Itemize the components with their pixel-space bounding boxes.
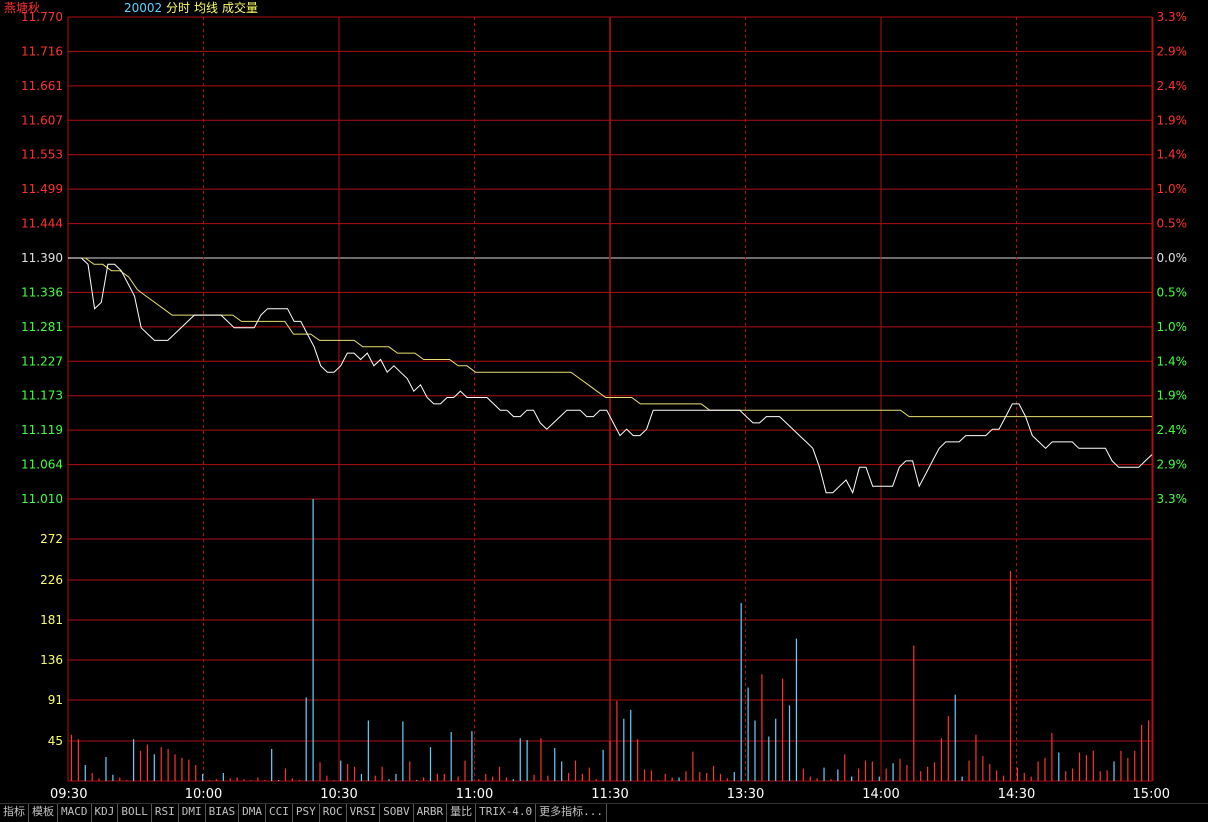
time-label: 10:00: [185, 787, 222, 802]
time-label: 10:30: [320, 787, 357, 802]
time-label: 11:00: [456, 787, 493, 802]
tab-13[interactable]: SOBV: [380, 804, 414, 822]
volume-label: 成交量: [222, 1, 259, 15]
volume-tick-label: 136: [40, 653, 63, 667]
avg-line-label: 均线: [194, 1, 219, 15]
price-tick-label: 11.010: [21, 492, 63, 506]
time-label: 09:30: [50, 787, 87, 802]
tab-10[interactable]: PSY: [293, 804, 320, 822]
volume-tick-label: 272: [40, 532, 63, 546]
pct-tick-label: 1.0%: [1157, 182, 1188, 196]
price-tick-label: 11.227: [21, 354, 63, 368]
price-tick-label: 11.119: [21, 423, 63, 437]
mode-label: 分时: [166, 1, 191, 15]
tab-1[interactable]: 模板: [29, 804, 58, 822]
price-tick-label: 11.281: [21, 320, 63, 334]
pct-tick-label: 2.4%: [1157, 423, 1188, 437]
tab-8[interactable]: DMA: [239, 804, 266, 822]
tab-12[interactable]: VRSI: [347, 804, 381, 822]
stock-code: 20002: [124, 1, 163, 15]
pct-tick-label: 0.5%: [1157, 285, 1188, 299]
price-tick-label: 11.661: [21, 79, 63, 93]
tab-2[interactable]: MACD: [58, 804, 92, 822]
tab-14[interactable]: ARBR: [414, 804, 448, 822]
tab-6[interactable]: DMI: [179, 804, 206, 822]
pct-tick-label: 3.3%: [1157, 492, 1188, 506]
volume-tick-label: 45: [48, 734, 63, 748]
tab-0[interactable]: 指标: [0, 804, 29, 822]
volume-tick-label: 226: [40, 573, 63, 587]
volume-tick-label: 181: [40, 613, 63, 627]
price-tick-label: 11.607: [21, 113, 63, 127]
time-label: 14:00: [862, 787, 899, 802]
pct-tick-label: 2.9%: [1157, 44, 1188, 58]
time-label: 11:30: [591, 787, 628, 802]
tab-9[interactable]: CCI: [266, 804, 293, 822]
pct-tick-label: 1.9%: [1157, 389, 1188, 403]
price-tick-label: 11.064: [21, 458, 63, 472]
indicator-tab-bar: 指标 模板 MACD KDJ BOLL RSI DMI BIAS DMA CCI PSY ROC VRS…: [0, 803, 1208, 822]
tab-17[interactable]: 更多指标...: [536, 804, 607, 822]
tab-11[interactable]: ROC: [320, 804, 347, 822]
tab-5[interactable]: RSI: [152, 804, 179, 822]
time-label: 14:30: [998, 787, 1035, 802]
pct-tick-label: 1.4%: [1157, 354, 1188, 368]
price-tick-label: 11.173: [21, 389, 63, 403]
pct-tick-label: 3.3%: [1157, 10, 1188, 24]
intraday-chart[interactable]: 11.770 3.3%11.716 2.9%11.661 2.4%11.607 1.9%…: [0, 0, 1208, 803]
price-tick-label: 11.716: [21, 44, 63, 58]
price-tick-label: 11.553: [21, 148, 63, 162]
tab-16[interactable]: TRIX-4.0: [476, 804, 537, 822]
pct-tick-label: 1.9%: [1157, 113, 1188, 127]
pct-tick-label: 1.0%: [1157, 320, 1188, 334]
pct-tick-label: 0.5%: [1157, 217, 1188, 231]
price-tick-label: 11.444: [21, 217, 63, 231]
price-tick-label: 11.336: [21, 285, 63, 299]
stock-name: 燕塘秋: [4, 1, 41, 15]
pct-tick-label: 2.4%: [1157, 79, 1188, 93]
volume-tick-label: 91: [48, 693, 63, 707]
pct-tick-label: 2.9%: [1157, 458, 1188, 472]
time-label: 13:30: [727, 787, 764, 802]
tab-4[interactable]: BOLL: [118, 804, 152, 822]
price-tick-label: 11.390: [21, 251, 63, 265]
pct-tick-label: 0.0%: [1157, 251, 1188, 265]
pct-tick-label: 1.4%: [1157, 148, 1188, 162]
price-tick-label: 11.499: [21, 182, 63, 196]
time-label: 15:00: [1133, 787, 1170, 802]
tab-3[interactable]: KDJ: [92, 804, 119, 822]
tab-15[interactable]: 量比: [447, 804, 477, 822]
tab-7[interactable]: BIAS: [206, 804, 240, 822]
